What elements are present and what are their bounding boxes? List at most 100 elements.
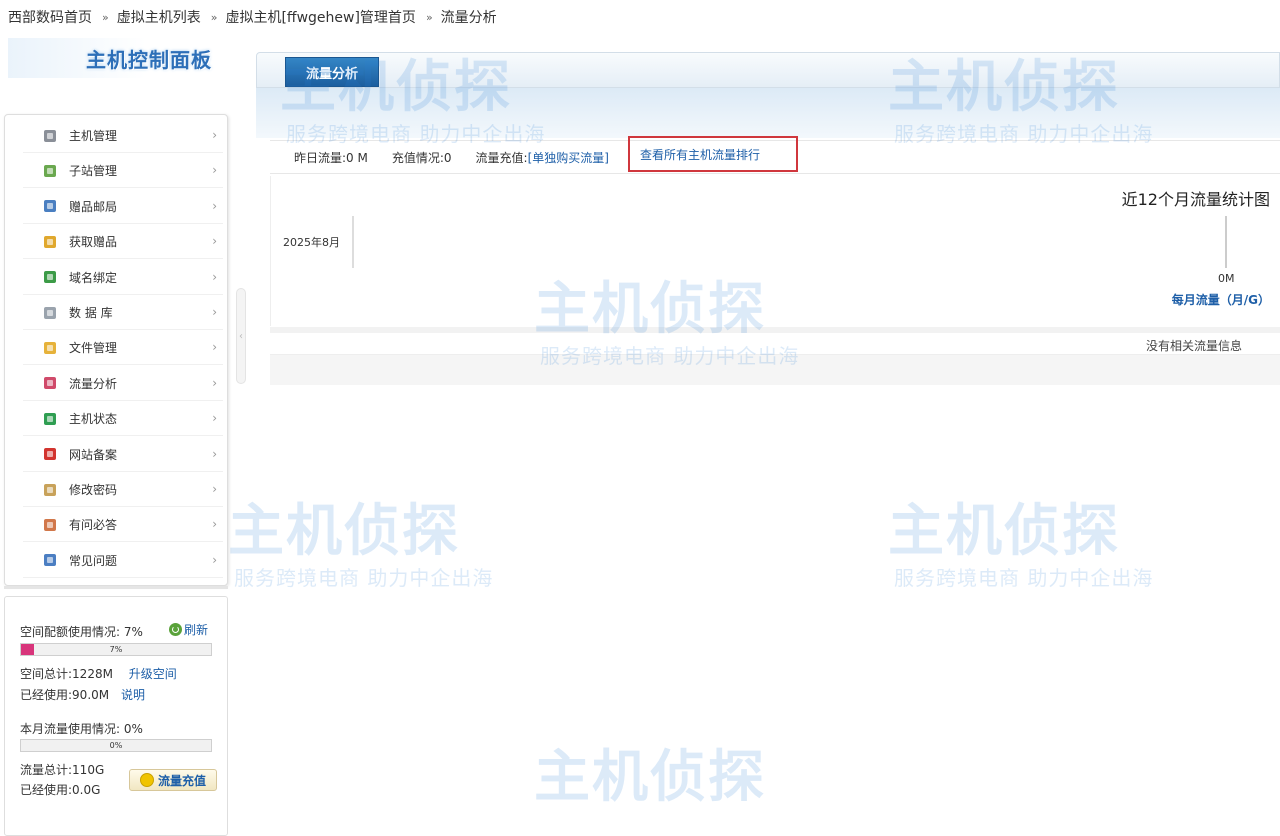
chevron-right-icon: ›	[212, 234, 217, 249]
database-icon	[41, 304, 59, 322]
sidebar-item-label: 子站管理	[69, 164, 118, 179]
yesterday-traffic: 昨日流量:0 M	[294, 150, 368, 165]
breadcrumb-separator: »	[425, 10, 433, 24]
breadcrumb: 西部数码首页 » 虚拟主机列表 » 虚拟主机[ffwgehew]管理首页 » 流…	[0, 0, 1280, 34]
chevron-right-icon: ›	[212, 375, 217, 390]
chevron-right-icon: ›	[212, 269, 217, 284]
breadcrumb-host-home[interactable]: 虚拟主机[ffwgehew]管理首页	[225, 7, 415, 27]
sidebar-item-label: 获取赠品	[69, 235, 118, 250]
space-progress-bar: 7%	[20, 643, 212, 656]
chevron-right-icon: ›	[212, 340, 217, 355]
chevron-right-icon: ›	[212, 198, 217, 213]
header-band	[256, 88, 1280, 138]
sidebar-item-flag[interactable]: 网站备案 ›	[23, 438, 223, 472]
breadcrumb-current: 流量分析	[440, 10, 497, 26]
traffic-used: 已经使用:0.0G	[20, 783, 101, 797]
flag-icon	[41, 445, 59, 463]
sidebar-item-label: 主机管理	[69, 129, 118, 143]
sidebar-item-subsite[interactable]: 子站管理 ›	[23, 154, 223, 189]
chart-icon	[41, 374, 59, 392]
traffic-recharge-row: 流量充值:[单独购买流量]	[476, 149, 609, 166]
chevron-right-icon: ›	[212, 128, 217, 142]
subsite-icon	[41, 162, 59, 180]
traffic-progress-text: 0%	[109, 741, 123, 750]
sidebar-item-database[interactable]: 数 据 库 ›	[23, 296, 223, 330]
buy-traffic-link[interactable]: [单独购买流量]	[528, 151, 609, 165]
sidebar-item-key[interactable]: 修改密码 ›	[23, 473, 223, 507]
table-footer	[270, 355, 1280, 385]
sidebar: 主机控制面板 主机管理 › 子站管理 › 赠品邮局 › 获取赠品 › 域名绑定 › 数 据 库 › 文件…	[0, 34, 240, 836]
recharge-status: 充值情况:0	[391, 150, 452, 165]
chart-category-label: 2025年8月	[283, 235, 340, 249]
status-icon	[41, 410, 59, 428]
traffic-recharge-label: 流量充值	[157, 773, 206, 788]
tab-bar: 流量分析	[256, 52, 1280, 88]
refresh-icon	[169, 623, 182, 636]
sidebar-item-label: 文件管理	[69, 341, 118, 356]
sidebar-menu: 主机管理 › 子站管理 › 赠品邮局 › 获取赠品 › 域名绑定 › 数 据 库 › 文件管理 › 流量分析…	[4, 114, 228, 586]
chevron-right-icon: ›	[212, 552, 217, 567]
breadcrumb-home[interactable]: 西部数码首页	[8, 7, 92, 27]
sidebar-item-label: 主机状态	[69, 412, 118, 427]
traffic-progress-bar: 0%	[20, 739, 212, 752]
chevron-right-icon: ›	[212, 305, 217, 319]
space-progress-text: 7%	[109, 645, 123, 654]
sidebar-item-globe[interactable]: 域名绑定 ›	[23, 261, 223, 295]
usage-panel: 空间配额使用情况: 7% 刷新 7% 空间总计:1228M 升级空间 已经使用:…	[4, 596, 228, 836]
breadcrumb-host-list[interactable]: 虚拟主机列表	[117, 7, 201, 27]
sidebar-collapse-handle[interactable]: ‹	[236, 288, 246, 384]
sidebar-item-label: 流量分析	[69, 376, 118, 391]
chevron-right-icon: ›	[212, 482, 217, 496]
sidebar-item-mail[interactable]: 赠品邮局 ›	[23, 190, 223, 224]
refresh-button[interactable]: 刷新	[169, 621, 208, 638]
traffic-chart: 2025年8月 0M 近12个月流量统计图 每月流量（月/G）	[270, 176, 1280, 326]
tab-traffic-analysis[interactable]: 流量分析	[285, 57, 379, 87]
traffic-ranking-link[interactable]: 查看所有主机流量排行	[628, 136, 798, 172]
traffic-usage-label: 本月流量使用情况: 0%	[20, 722, 143, 736]
sidebar-item-label: 常见问题	[69, 553, 118, 568]
panel-title: 主机控制面板	[8, 38, 238, 78]
space-used-row: 已经使用:90.0M 说明	[20, 686, 145, 703]
no-data-text: 没有相关流量信息	[1145, 339, 1242, 353]
folder-icon	[41, 339, 59, 357]
chevron-right-icon: ›	[212, 163, 217, 178]
upgrade-space-link[interactable]: 升级空间	[129, 667, 177, 681]
chevron-right-icon: ›	[212, 446, 217, 461]
sidebar-item-label: 赠品邮局	[69, 199, 118, 214]
explain-link[interactable]: 说明	[121, 688, 145, 702]
sidebar-item-chart[interactable]: 流量分析 ›	[23, 367, 223, 401]
chart-title: 近12个月流量统计图	[1121, 190, 1270, 209]
traffic-recharge-button[interactable]: 流量充值	[129, 769, 217, 791]
panel-title-text: 主机控制面板	[86, 48, 212, 72]
coin-icon	[139, 773, 154, 787]
sidebar-item-folder[interactable]: 文件管理 ›	[23, 331, 223, 366]
chart-value-label: 0M	[1218, 272, 1235, 285]
key-icon	[41, 481, 59, 499]
breadcrumb-separator: »	[210, 10, 218, 24]
space-usage-label: 空间配额使用情况: 7%	[20, 625, 143, 639]
refresh-label: 刷新	[184, 623, 209, 637]
faq-icon	[41, 551, 59, 569]
sidebar-item-label: 修改密码	[69, 483, 118, 497]
chart-legend: 每月流量（月/G）	[1171, 293, 1270, 307]
sidebar-item-label: 网站备案	[69, 447, 118, 462]
gift-icon	[41, 233, 59, 251]
no-data-row: 没有相关流量信息	[270, 333, 1280, 355]
sidebar-item-label: 数 据 库	[69, 306, 113, 320]
space-total: 空间总计:1228M	[20, 667, 113, 681]
space-total-row: 空间总计:1228M 升级空间	[20, 665, 177, 682]
sidebar-item-label: 有问必答	[69, 518, 118, 533]
sidebar-item-status[interactable]: 主机状态 ›	[23, 402, 223, 437]
traffic-recharge-text: 流量充值:	[475, 150, 528, 165]
sidebar-item-gift[interactable]: 获取赠品 ›	[23, 225, 223, 260]
sidebar-item-server[interactable]: 主机管理 ›	[23, 119, 223, 153]
chevron-right-icon: ›	[212, 411, 217, 426]
mail-icon	[41, 197, 59, 215]
server-icon	[41, 127, 59, 145]
sidebar-item-user-help[interactable]: 有问必答 ›	[23, 508, 223, 543]
sidebar-item-faq[interactable]: 常见问题 ›	[23, 544, 223, 578]
breadcrumb-separator: »	[102, 10, 109, 24]
chevron-right-icon: ›	[212, 517, 217, 532]
main-content: 流量分析 昨日流量:0 M 充值情况:0 流量充值:[单独购买流量] 查看所有主…	[256, 44, 1280, 834]
sidebar-item-label: 域名绑定	[69, 270, 118, 285]
